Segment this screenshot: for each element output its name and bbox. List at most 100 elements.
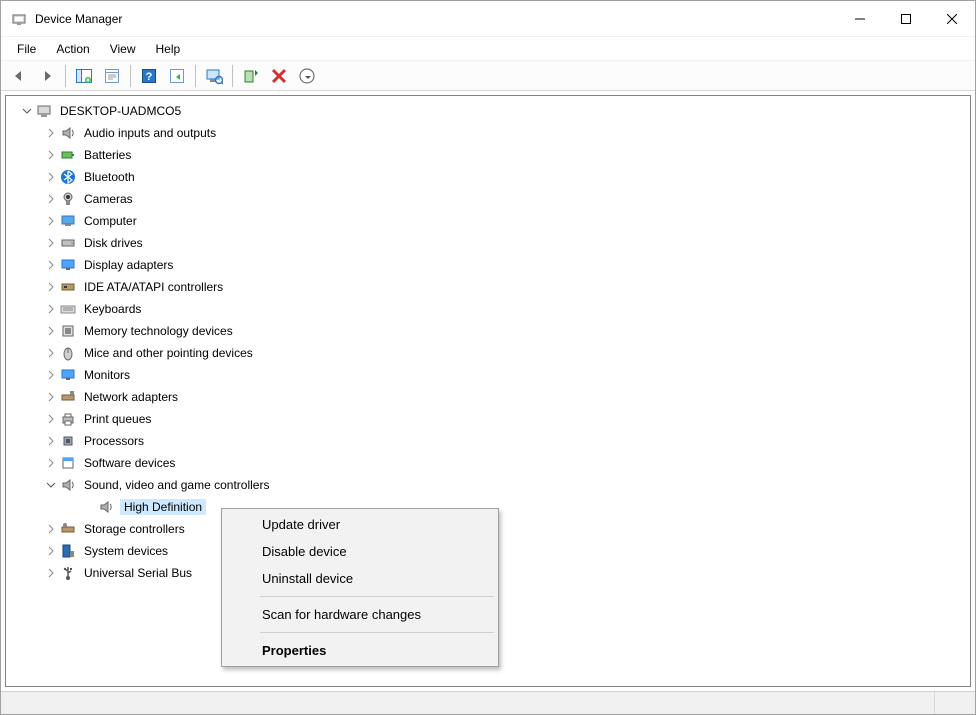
help-window-button[interactable]: [99, 63, 125, 89]
chevron-right-icon[interactable]: [44, 148, 58, 162]
refresh-button[interactable]: [164, 63, 190, 89]
tree-node-keyboards[interactable]: Keyboards: [10, 298, 970, 320]
refresh-icon: [168, 67, 186, 85]
chevron-right-icon[interactable]: [44, 126, 58, 140]
back-button[interactable]: [6, 63, 32, 89]
statusbar-cell: [1, 692, 935, 714]
tree-node-cameras[interactable]: Cameras: [10, 188, 970, 210]
context-properties[interactable]: Properties: [224, 637, 496, 664]
scan-hw-icon: [205, 67, 223, 85]
tree-node-label: Cameras: [82, 191, 135, 207]
cpu-icon: [60, 433, 76, 449]
chevron-right-icon[interactable]: [44, 324, 58, 338]
tree-node-label: Network adapters: [82, 389, 180, 405]
back-icon: [11, 68, 27, 84]
chevron-right-icon[interactable]: [44, 368, 58, 382]
tree-node-monitors[interactable]: Monitors: [10, 364, 970, 386]
ide-icon: [60, 279, 76, 295]
tree-node-label: IDE ATA/ATAPI controllers: [82, 279, 225, 295]
tree-node-label: Computer: [82, 213, 139, 229]
tree-node-disk[interactable]: Disk drives: [10, 232, 970, 254]
chevron-right-icon[interactable]: [44, 434, 58, 448]
toolbar-separator: [232, 65, 233, 87]
context-update-driver[interactable]: Update driver: [224, 511, 496, 538]
system-icon: [60, 543, 76, 559]
chevron-right-icon[interactable]: [44, 390, 58, 404]
context-scan-hardware[interactable]: Scan for hardware changes: [224, 601, 496, 628]
help-icon: ?: [140, 67, 158, 85]
menu-file[interactable]: File: [7, 39, 46, 59]
chevron-right-icon[interactable]: [44, 346, 58, 360]
chevron-right-icon[interactable]: [44, 170, 58, 184]
chevron-down-icon[interactable]: [20, 104, 34, 118]
properties-icon: [298, 67, 316, 85]
keyboard-icon: [60, 301, 76, 317]
chevron-right-icon[interactable]: [44, 280, 58, 294]
forward-button[interactable]: [34, 63, 60, 89]
context-separator: [260, 596, 494, 597]
chevron-right-icon[interactable]: [44, 192, 58, 206]
statusbar: [1, 691, 975, 714]
menubar: File Action View Help: [1, 37, 975, 61]
window-title: Device Manager: [35, 12, 837, 26]
chevron-right-icon[interactable]: [44, 236, 58, 250]
window-controls: [837, 1, 975, 37]
tree-node-label: Mice and other pointing devices: [82, 345, 255, 361]
tree-node-network[interactable]: Network adapters: [10, 386, 970, 408]
speaker-icon: [60, 125, 76, 141]
device-tree-pane[interactable]: DESKTOP-UADMCO5 Audio inputs and outputs…: [5, 95, 971, 687]
tree-node-memory[interactable]: Memory technology devices: [10, 320, 970, 342]
context-disable-device[interactable]: Disable device: [224, 538, 496, 565]
chevron-right-icon[interactable]: [44, 412, 58, 426]
tree-node-display[interactable]: Display adapters: [10, 254, 970, 276]
pc-icon: [60, 213, 76, 229]
close-button[interactable]: [929, 1, 975, 37]
show-hide-button[interactable]: [71, 63, 97, 89]
chevron-right-icon[interactable]: [44, 456, 58, 470]
chevron-right-icon[interactable]: [44, 258, 58, 272]
chevron-right-icon[interactable]: [44, 214, 58, 228]
tree-node-audio[interactable]: Audio inputs and outputs: [10, 122, 970, 144]
chevron-right-icon[interactable]: [44, 566, 58, 580]
uninstall-button[interactable]: [266, 63, 292, 89]
maximize-button[interactable]: [883, 1, 929, 37]
chevron-right-icon[interactable]: [44, 302, 58, 316]
printer-icon: [60, 411, 76, 427]
computer-icon: [36, 103, 52, 119]
tree-root-label: DESKTOP-UADMCO5: [58, 103, 183, 119]
minimize-button[interactable]: [837, 1, 883, 37]
software-icon: [60, 455, 76, 471]
delete-icon: [270, 67, 288, 85]
tree-node-ide[interactable]: IDE ATA/ATAPI controllers: [10, 276, 970, 298]
chevron-right-icon[interactable]: [44, 544, 58, 558]
tree-node-label: System devices: [82, 543, 170, 559]
tree-node-computer[interactable]: Computer: [10, 210, 970, 232]
tree-node-label: High Definition: [120, 499, 206, 515]
tree-node-mice[interactable]: Mice and other pointing devices: [10, 342, 970, 364]
toolbar-separator: [195, 65, 196, 87]
help-button[interactable]: ?: [136, 63, 162, 89]
camera-icon: [60, 191, 76, 207]
help-window-icon: [103, 67, 121, 85]
menu-help[interactable]: Help: [146, 39, 191, 59]
enable-button[interactable]: [238, 63, 264, 89]
tree-node-software[interactable]: Software devices: [10, 452, 970, 474]
menu-view[interactable]: View: [100, 39, 146, 59]
chevron-down-icon[interactable]: [44, 478, 58, 492]
tree-node-batteries[interactable]: Batteries: [10, 144, 970, 166]
tree-node-processors[interactable]: Processors: [10, 430, 970, 452]
tree-root[interactable]: DESKTOP-UADMCO5: [10, 100, 970, 122]
mouse-icon: [60, 345, 76, 361]
tree-node-printers[interactable]: Print queues: [10, 408, 970, 430]
network-icon: [60, 389, 76, 405]
properties-button[interactable]: [294, 63, 320, 89]
tree-node-bluetooth[interactable]: Bluetooth: [10, 166, 970, 188]
monitor-icon: [60, 367, 76, 383]
context-uninstall-device[interactable]: Uninstall device: [224, 565, 496, 592]
menu-action[interactable]: Action: [46, 39, 99, 59]
chevron-right-icon[interactable]: [44, 522, 58, 536]
tree-node-label: Batteries: [82, 147, 133, 163]
tree-node-sound[interactable]: Sound, video and game controllers: [10, 474, 970, 496]
scan-hardware-button[interactable]: [201, 63, 227, 89]
toolbar-separator: [65, 65, 66, 87]
